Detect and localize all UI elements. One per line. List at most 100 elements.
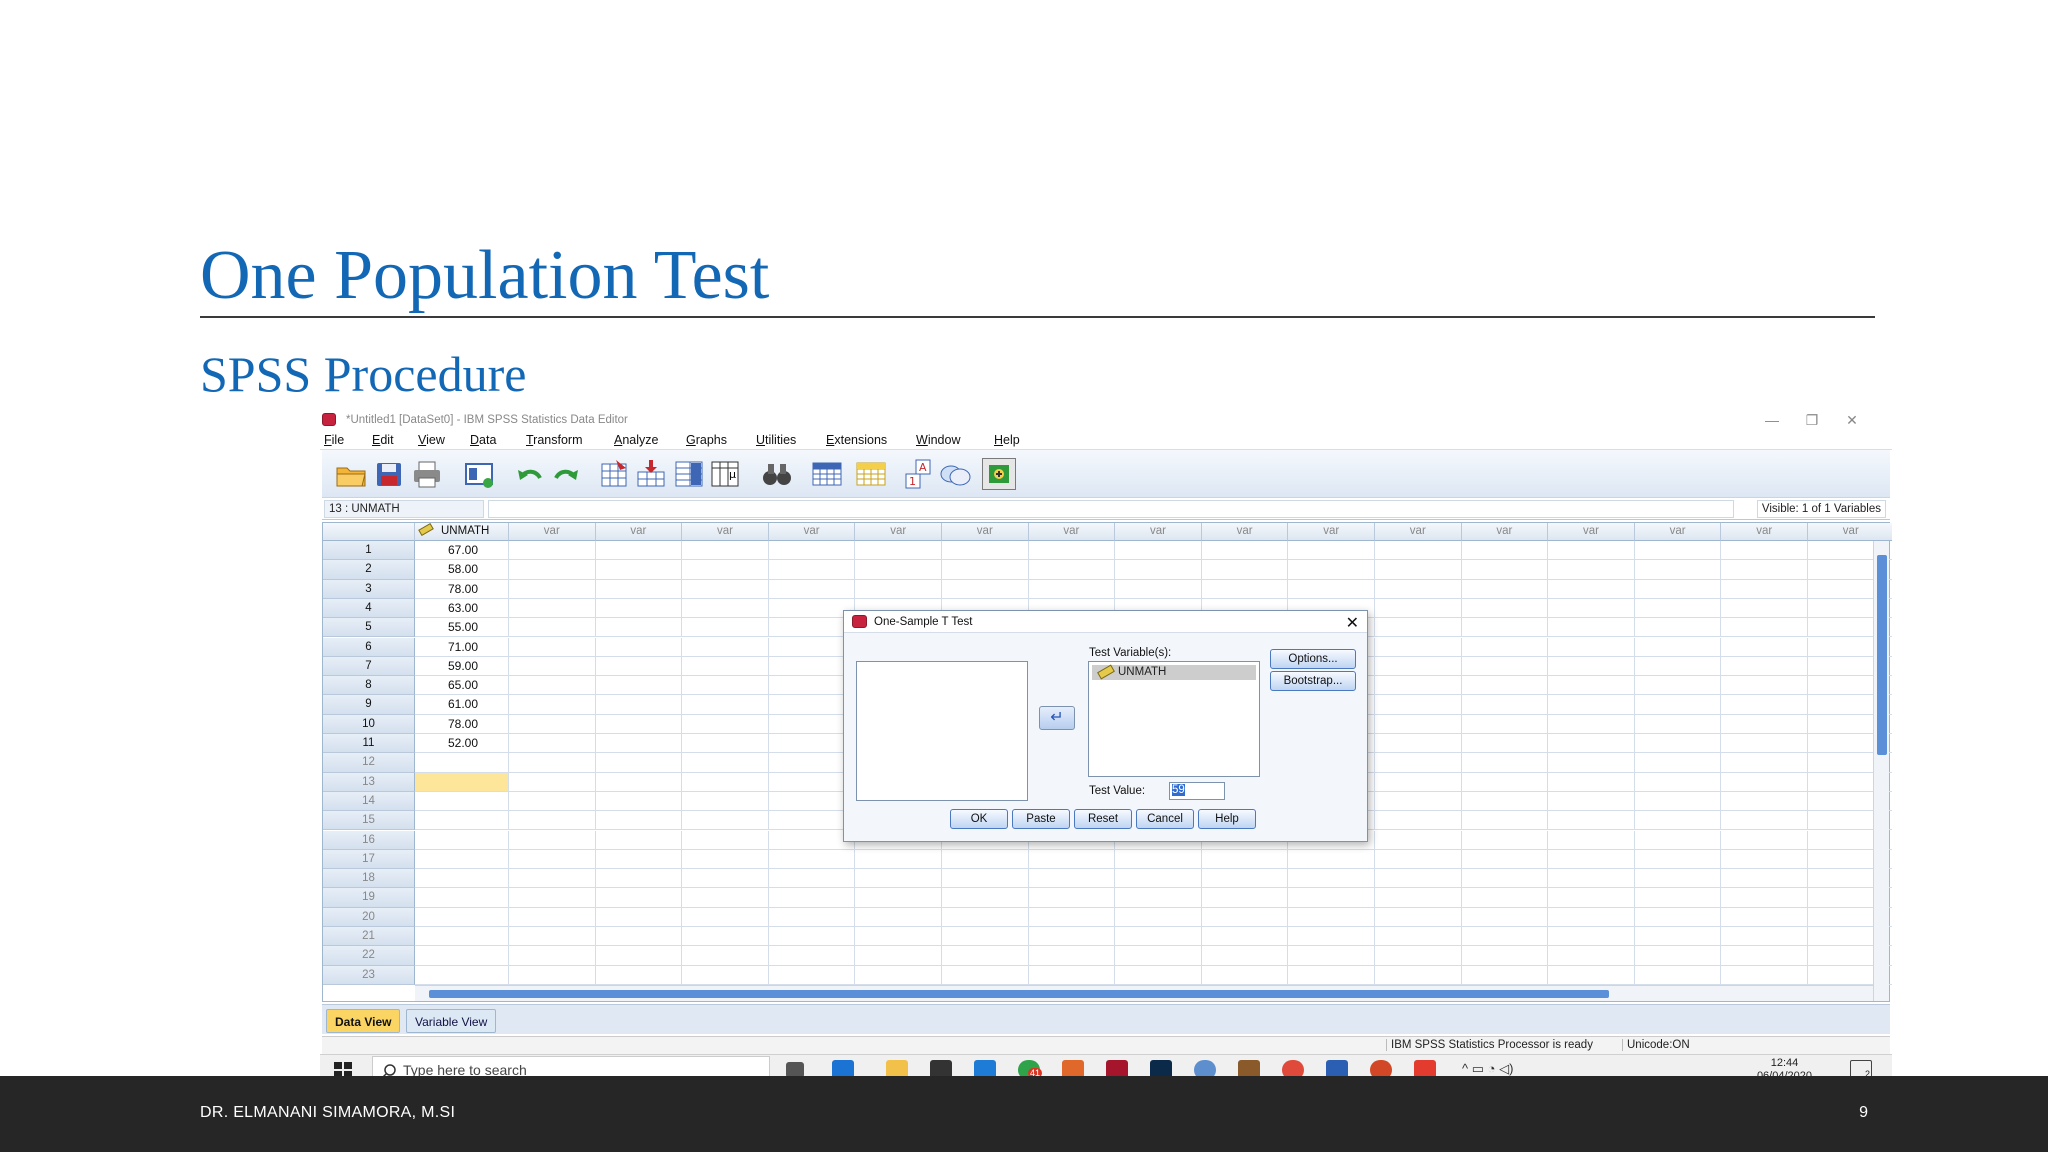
variables-icon[interactable] [672,458,706,490]
empty-cell[interactable] [509,714,596,734]
row-header[interactable]: 9 [323,695,415,715]
empty-cell[interactable] [855,946,942,966]
empty-cell[interactable] [1548,618,1635,638]
empty-cell[interactable] [509,579,596,599]
empty-cell[interactable] [1634,869,1722,889]
empty-cell[interactable] [1375,734,1462,754]
empty-cell[interactable] [1721,888,1808,908]
column-header-var[interactable]: var [768,523,856,541]
data-cell[interactable] [415,811,509,831]
close-button[interactable]: ✕ [1832,410,1872,430]
empty-cell[interactable] [1634,579,1722,599]
empty-cell[interactable] [1548,560,1635,580]
empty-cell[interactable] [509,830,596,850]
empty-cell[interactable] [1375,946,1462,966]
empty-cell[interactable] [942,907,1029,927]
empty-cell[interactable] [1028,579,1116,599]
empty-cell[interactable] [595,811,683,831]
empty-cell[interactable] [1375,965,1462,985]
empty-cell[interactable] [1461,965,1549,985]
empty-cell[interactable] [768,579,856,599]
empty-cell[interactable] [682,830,769,850]
empty-cell[interactable] [682,656,769,677]
empty-cell[interactable] [509,927,596,947]
empty-cell[interactable] [1461,618,1549,638]
empty-cell[interactable] [1201,907,1289,927]
empty-cell[interactable] [1721,598,1808,619]
cancel-button[interactable]: Cancel [1136,809,1194,829]
empty-cell[interactable] [1201,869,1289,889]
empty-cell[interactable] [509,965,596,985]
empty-cell[interactable] [942,849,1029,870]
empty-cell[interactable] [1721,830,1808,850]
row-header[interactable]: 22 [323,946,415,966]
empty-cell[interactable] [1461,849,1549,870]
empty-cell[interactable] [1201,927,1289,947]
column-header-var[interactable]: var [1201,523,1289,541]
empty-cell[interactable] [1548,753,1635,773]
empty-cell[interactable] [1461,791,1549,812]
menu-item-edit[interactable]: Edit [372,433,394,447]
row-header[interactable]: 18 [323,869,415,889]
empty-cell[interactable] [1028,869,1116,889]
row-header[interactable]: 1 [323,541,415,561]
tab-variable-view[interactable]: Variable View [406,1009,497,1033]
empty-cell[interactable] [1548,676,1635,696]
row-header[interactable]: 11 [323,734,415,754]
empty-cell[interactable] [682,541,769,561]
empty-cell[interactable] [682,888,769,908]
empty-cell[interactable] [1028,965,1116,985]
data-cell[interactable]: 78.00 [415,579,509,599]
empty-cell[interactable] [1201,541,1289,561]
empty-cell[interactable] [855,541,942,561]
row-header[interactable]: 4 [323,598,415,619]
empty-cell[interactable] [682,618,769,638]
empty-cell[interactable] [1461,734,1549,754]
cell-editor-input[interactable] [488,500,1734,518]
empty-cell[interactable] [855,888,942,908]
empty-cell[interactable] [595,888,683,908]
empty-cell[interactable] [1548,965,1635,985]
empty-cell[interactable] [942,579,1029,599]
row-header[interactable]: 6 [323,637,415,657]
empty-cell[interactable] [1548,695,1635,715]
test-value-input[interactable]: 59 [1169,782,1225,800]
empty-cell[interactable] [1201,946,1289,966]
empty-cell[interactable] [595,734,683,754]
column-header-var[interactable]: var [1548,523,1635,541]
empty-cell[interactable] [509,753,596,773]
empty-cell[interactable] [1461,888,1549,908]
empty-cell[interactable] [1461,656,1549,677]
vertical-scroll-thumb[interactable] [1877,555,1887,755]
data-cell[interactable] [415,907,509,927]
empty-cell[interactable] [1634,714,1722,734]
empty-cell[interactable] [682,753,769,773]
empty-cell[interactable] [682,849,769,870]
empty-cell[interactable] [1721,734,1808,754]
row-header[interactable]: 12 [323,753,415,773]
empty-cell[interactable] [768,541,856,561]
empty-cell[interactable] [1721,618,1808,638]
empty-cell[interactable] [855,927,942,947]
empty-cell[interactable] [1288,946,1375,966]
empty-cell[interactable] [509,637,596,657]
data-cell[interactable] [415,888,509,908]
paste-button[interactable]: Paste [1012,809,1070,829]
menu-item-graphs[interactable]: Graphs [686,433,727,447]
row-header[interactable]: 8 [323,676,415,696]
empty-cell[interactable] [509,560,596,580]
save-icon[interactable] [372,458,406,490]
empty-cell[interactable] [1634,753,1722,773]
empty-cell[interactable] [509,598,596,619]
empty-cell[interactable] [1721,772,1808,792]
row-header[interactable]: 23 [323,965,415,985]
run-descriptives-icon[interactable]: μ [708,458,742,490]
empty-cell[interactable] [1634,618,1722,638]
empty-cell[interactable] [1375,618,1462,638]
empty-cell[interactable] [1721,907,1808,927]
empty-cell[interactable] [1721,695,1808,715]
column-header-var[interactable]: var [509,523,596,541]
empty-cell[interactable] [595,830,683,850]
use-sets-icon[interactable] [938,458,972,490]
row-header[interactable]: 21 [323,927,415,947]
